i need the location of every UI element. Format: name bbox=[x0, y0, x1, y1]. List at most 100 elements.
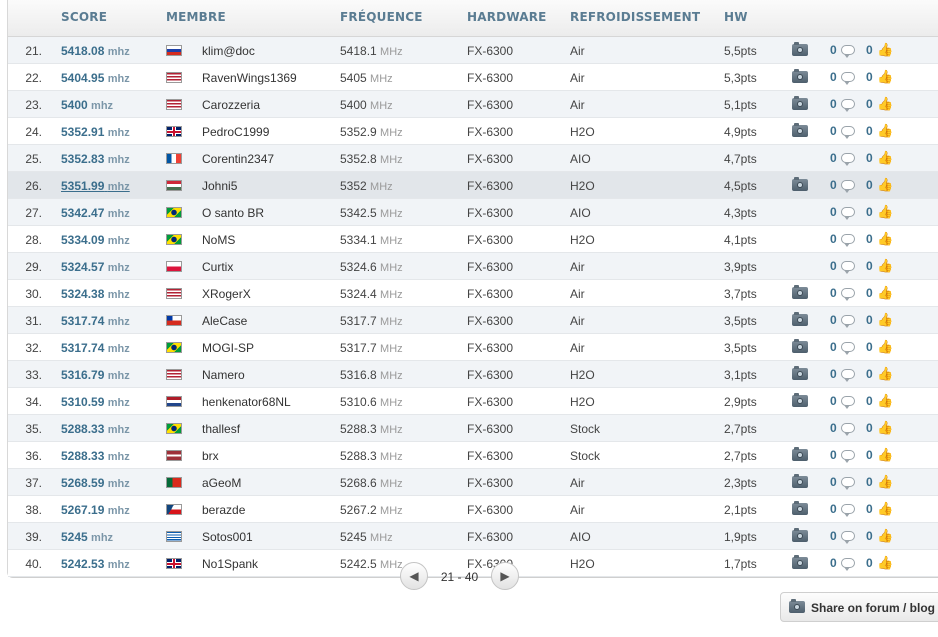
like-count[interactable]: 0 bbox=[866, 43, 873, 57]
hardware[interactable]: FX-6300 bbox=[467, 341, 513, 355]
score-link[interactable]: 5242.53 mhz bbox=[61, 557, 130, 571]
hardware[interactable]: FX-6300 bbox=[467, 476, 513, 490]
comment-count[interactable]: 0 bbox=[830, 448, 837, 462]
header-hw[interactable]: HW bbox=[724, 10, 748, 24]
comment-count[interactable]: 0 bbox=[830, 529, 837, 543]
thumbs-up-icon[interactable]: 👍 bbox=[877, 150, 893, 166]
comment-icon[interactable] bbox=[841, 288, 855, 301]
hardware[interactable]: FX-6300 bbox=[467, 314, 513, 328]
comment-icon[interactable] bbox=[841, 207, 855, 220]
comment-count[interactable]: 0 bbox=[830, 151, 837, 165]
thumbs-up-icon[interactable]: 👍 bbox=[877, 528, 893, 544]
member-name[interactable]: RavenWings1369 bbox=[202, 71, 297, 85]
like-count[interactable]: 0 bbox=[866, 421, 873, 435]
camera-icon[interactable] bbox=[792, 123, 808, 137]
like-count[interactable]: 0 bbox=[866, 205, 873, 219]
thumbs-up-icon[interactable]: 👍 bbox=[877, 231, 893, 247]
camera-icon[interactable] bbox=[792, 447, 808, 461]
comment-count[interactable]: 0 bbox=[830, 259, 837, 273]
comment-icon[interactable] bbox=[841, 234, 855, 247]
member-name[interactable]: Namero bbox=[202, 368, 245, 382]
thumbs-up-icon[interactable]: 👍 bbox=[877, 96, 893, 112]
score-link[interactable]: 5317.74 mhz bbox=[61, 314, 130, 328]
like-count[interactable]: 0 bbox=[866, 475, 873, 489]
comment-icon[interactable] bbox=[841, 504, 855, 517]
score-link[interactable]: 5324.57 mhz bbox=[61, 260, 130, 274]
thumbs-up-icon[interactable]: 👍 bbox=[877, 204, 893, 220]
comment-icon[interactable] bbox=[841, 531, 855, 544]
thumbs-up-icon[interactable]: 👍 bbox=[877, 447, 893, 463]
score-link[interactable]: 5268.59 mhz bbox=[61, 476, 130, 490]
score-link[interactable]: 5310.59 mhz bbox=[61, 395, 130, 409]
camera-icon[interactable] bbox=[792, 177, 808, 191]
hardware[interactable]: FX-6300 bbox=[467, 206, 513, 220]
comment-icon[interactable] bbox=[841, 315, 855, 328]
score-link[interactable]: 5317.74 mhz bbox=[61, 341, 130, 355]
camera-icon[interactable] bbox=[792, 96, 808, 110]
member-name[interactable]: berazde bbox=[202, 503, 245, 517]
like-count[interactable]: 0 bbox=[866, 286, 873, 300]
member-name[interactable]: Sotos001 bbox=[202, 530, 253, 544]
comment-count[interactable]: 0 bbox=[830, 286, 837, 300]
member-name[interactable]: No1Spank bbox=[202, 557, 258, 571]
comment-icon[interactable] bbox=[841, 369, 855, 382]
camera-icon[interactable] bbox=[792, 501, 808, 515]
comment-count[interactable]: 0 bbox=[830, 340, 837, 354]
thumbs-up-icon[interactable]: 👍 bbox=[877, 177, 893, 193]
comment-icon[interactable] bbox=[841, 72, 855, 85]
thumbs-up-icon[interactable]: 👍 bbox=[877, 42, 893, 58]
comment-icon[interactable] bbox=[841, 477, 855, 490]
chevron-right-icon[interactable]: ▶ bbox=[491, 562, 519, 590]
thumbs-up-icon[interactable]: 👍 bbox=[877, 285, 893, 301]
camera-icon[interactable] bbox=[792, 69, 808, 83]
thumbs-up-icon[interactable]: 👍 bbox=[877, 69, 893, 85]
comment-count[interactable]: 0 bbox=[830, 394, 837, 408]
like-count[interactable]: 0 bbox=[866, 529, 873, 543]
comment-count[interactable]: 0 bbox=[830, 70, 837, 84]
comment-count[interactable]: 0 bbox=[830, 367, 837, 381]
thumbs-up-icon[interactable]: 👍 bbox=[877, 393, 893, 409]
comment-icon[interactable] bbox=[841, 423, 855, 436]
thumbs-up-icon[interactable]: 👍 bbox=[877, 123, 893, 139]
member-name[interactable]: AleCase bbox=[202, 314, 247, 328]
hardware[interactable]: FX-6300 bbox=[467, 287, 513, 301]
score-link[interactable]: 5324.38 mhz bbox=[61, 287, 130, 301]
member-name[interactable]: Johni5 bbox=[202, 179, 237, 193]
chevron-left-icon[interactable]: ◀ bbox=[400, 562, 428, 590]
member-name[interactable]: henkenator68NL bbox=[202, 395, 291, 409]
hardware[interactable]: FX-6300 bbox=[467, 260, 513, 274]
comment-count[interactable]: 0 bbox=[830, 124, 837, 138]
camera-icon[interactable] bbox=[792, 528, 808, 542]
comment-count[interactable]: 0 bbox=[830, 97, 837, 111]
hardware[interactable]: FX-6300 bbox=[467, 503, 513, 517]
member-name[interactable]: thallesf bbox=[202, 422, 240, 436]
score-link[interactable]: 5404.95 mhz bbox=[61, 71, 130, 85]
comment-count[interactable]: 0 bbox=[830, 313, 837, 327]
like-count[interactable]: 0 bbox=[866, 124, 873, 138]
comment-icon[interactable] bbox=[841, 342, 855, 355]
thumbs-up-icon[interactable]: 👍 bbox=[877, 366, 893, 382]
score-link[interactable]: 5245 mhz bbox=[61, 530, 113, 544]
camera-icon[interactable] bbox=[792, 474, 808, 488]
like-count[interactable]: 0 bbox=[866, 232, 873, 246]
thumbs-up-icon[interactable]: 👍 bbox=[877, 420, 893, 436]
hardware[interactable]: FX-6300 bbox=[467, 98, 513, 112]
score-link[interactable]: 5288.33 mhz bbox=[61, 449, 130, 463]
hardware[interactable]: FX-6300 bbox=[467, 179, 513, 193]
score-link[interactable]: 5267.19 mhz bbox=[61, 503, 130, 517]
header-cooling[interactable]: REFROIDISSEMENT bbox=[570, 10, 700, 24]
comment-count[interactable]: 0 bbox=[830, 43, 837, 57]
like-count[interactable]: 0 bbox=[866, 502, 873, 516]
header-member[interactable]: MEMBRE bbox=[166, 10, 226, 24]
member-name[interactable]: Corentin2347 bbox=[202, 152, 274, 166]
comment-count[interactable]: 0 bbox=[830, 421, 837, 435]
camera-icon[interactable] bbox=[792, 285, 808, 299]
member-name[interactable]: PedroC1999 bbox=[202, 125, 269, 139]
thumbs-up-icon[interactable]: 👍 bbox=[877, 258, 893, 274]
member-name[interactable]: klim@doc bbox=[202, 44, 255, 58]
thumbs-up-icon[interactable]: 👍 bbox=[877, 501, 893, 517]
member-name[interactable]: NoMS bbox=[202, 233, 235, 247]
comment-count[interactable]: 0 bbox=[830, 556, 837, 570]
comment-icon[interactable] bbox=[841, 396, 855, 409]
comment-count[interactable]: 0 bbox=[830, 475, 837, 489]
